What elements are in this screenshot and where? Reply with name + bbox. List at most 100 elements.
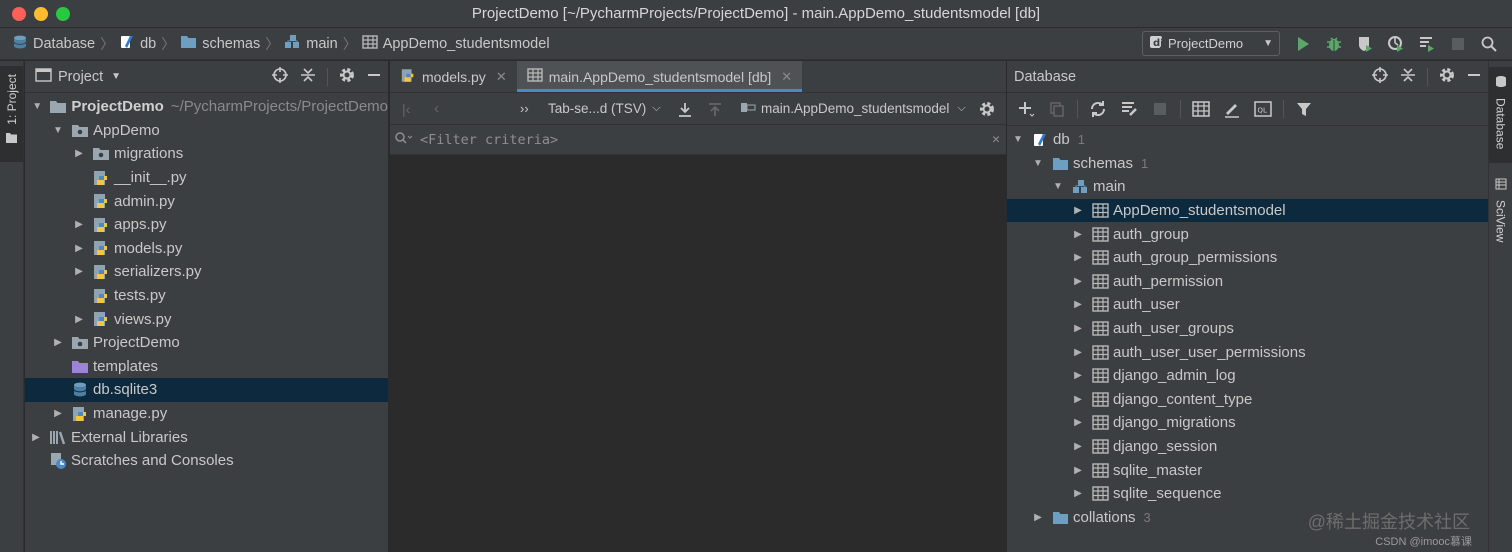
filter-criteria-input[interactable]: <Filter criteria> [420,132,558,148]
db-node-appdemo-studentsmodel[interactable]: ▶ AppDemo_studentsmodel [1007,198,1488,223]
close-icon[interactable]: ✕ [496,69,507,85]
filter-icon[interactable] [1293,98,1315,120]
table-select[interactable]: main.AppDemo_studentsmodel ⌵ [740,101,966,117]
stop-icon[interactable] [1149,98,1171,120]
collapsed-arrow-icon[interactable]: ▶ [72,219,86,230]
minimize-window-button[interactable] [34,7,48,21]
collapsed-arrow-icon[interactable]: ▶ [1071,276,1085,287]
db-node-sqlite-sequence[interactable]: ▶ sqlite_sequence [1007,482,1488,506]
collapsed-arrow-icon[interactable]: ▶ [1071,394,1085,405]
tree-node-projectdemo-root[interactable]: ▼ ProjectDemo ~/PycharmProjects/ProjectD… [25,95,388,119]
breadcrumb-schemas[interactable]: schemas [178,28,262,60]
collapsed-arrow-icon[interactable]: ▶ [51,408,65,419]
collapse-all-icon[interactable] [1399,66,1417,88]
collapsed-arrow-icon[interactable]: ▶ [1031,512,1045,523]
tree-node-db-sqlite3[interactable]: db.sqlite3 [25,378,388,402]
database-tool-tab[interactable]: Database [1489,67,1512,163]
hide-panel-icon[interactable] [366,67,382,87]
collapsed-arrow-icon[interactable]: ▶ [1071,441,1085,452]
tree-node-init-py[interactable]: __init__.py [25,166,388,190]
expanded-arrow-icon[interactable]: ▼ [1051,181,1065,192]
edit-icon[interactable] [1221,98,1243,120]
db-node-auth-user-user-permissions[interactable]: ▶ auth_user_user_permissions [1007,340,1488,364]
concurrency-diagram-icon[interactable] [1416,33,1438,55]
collapsed-arrow-icon[interactable]: ▶ [1071,205,1085,216]
collapsed-arrow-icon[interactable]: ▶ [29,432,43,443]
tab-models-py[interactable]: models.py ✕ [390,61,517,92]
tree-node-apps-py[interactable]: ▶ apps.py [25,213,388,237]
tree-node-views-py[interactable]: ▶ views.py [25,307,388,331]
db-node-django-content-type[interactable]: ▶ django_content_type [1007,388,1488,412]
stop-icon[interactable] [1447,33,1469,55]
tree-node-appdemo[interactable]: ▼ AppDemo [25,119,388,143]
collapsed-arrow-icon[interactable]: ▶ [72,148,86,159]
locate-icon[interactable] [1371,66,1389,88]
previous-page-icon[interactable]: ‹ [434,100,439,117]
tree-node-migrations[interactable]: ▶ migrations [25,142,388,166]
tree-node-projectdemo[interactable]: ▶ ProjectDemo [25,331,388,355]
query-console-icon[interactable]: QL [1252,98,1274,120]
db-node-auth-permission[interactable]: ▶ auth_permission [1007,270,1488,294]
table-view-icon[interactable] [1190,98,1212,120]
breadcrumb-db[interactable]: db [117,28,158,60]
more-actions-icon[interactable]: ›› [520,101,529,116]
data-grid-area[interactable] [390,156,1006,552]
first-page-icon[interactable]: |‹ [402,101,410,117]
gear-icon[interactable] [1438,66,1456,88]
upload-icon[interactable] [706,101,724,122]
zoom-window-button[interactable] [56,7,70,21]
collapsed-arrow-icon[interactable]: ▶ [1071,347,1085,358]
expanded-arrow-icon[interactable]: ▼ [1011,134,1025,145]
db-node-auth-group[interactable]: ▶ auth_group [1007,222,1488,246]
refresh-icon[interactable] [1087,98,1109,120]
download-icon[interactable] [676,101,694,122]
locate-icon[interactable] [271,66,289,88]
db-node-sqlite-master[interactable]: ▶ sqlite_master [1007,458,1488,482]
collapsed-arrow-icon[interactable]: ▶ [72,266,86,277]
copy-icon[interactable] [1046,98,1068,120]
collapsed-arrow-icon[interactable]: ▶ [72,243,86,254]
search-icon[interactable] [394,131,414,149]
expanded-arrow-icon[interactable]: ▼ [51,125,65,136]
run-icon[interactable] [1292,33,1314,55]
tree-node-models-py[interactable]: ▶ models.py [25,237,388,261]
run-configuration-select[interactable]: dj ProjectDemo ▼ [1142,31,1280,56]
collapsed-arrow-icon[interactable]: ▶ [1071,465,1085,476]
db-node-django-migrations[interactable]: ▶ django_migrations [1007,411,1488,435]
tab-appdemo-studentsmodel[interactable]: main.AppDemo_studentsmodel [db] ✕ [516,61,803,92]
breadcrumb-database[interactable]: Database [10,28,97,60]
collapsed-arrow-icon[interactable]: ▶ [1071,417,1085,428]
db-node-django-admin-log[interactable]: ▶ django_admin_log [1007,364,1488,388]
run-with-coverage-icon[interactable] [1354,33,1376,55]
tree-node-manage-py[interactable]: ▶ manage.py [25,402,388,426]
collapsed-arrow-icon[interactable]: ▶ [1071,488,1085,499]
db-node-db[interactable]: ▼ db 1 [1007,128,1488,152]
collapsed-arrow-icon[interactable]: ▶ [1071,370,1085,381]
db-node-auth-group-permissions[interactable]: ▶ auth_group_permissions [1007,246,1488,270]
tree-node-templates[interactable]: templates [25,355,388,379]
caret-down-icon[interactable]: ▼ [111,71,121,82]
schema-settings-icon[interactable] [1118,98,1140,120]
hide-panel-icon[interactable] [1466,67,1482,87]
add-icon[interactable] [1015,98,1037,120]
db-node-auth-user[interactable]: ▶ auth_user [1007,293,1488,317]
gear-icon[interactable] [978,100,996,121]
debug-icon[interactable] [1323,33,1345,55]
db-node-django-session[interactable]: ▶ django_session [1007,435,1488,459]
close-window-button[interactable] [12,7,26,21]
tree-node-tests-py[interactable]: tests.py [25,284,388,308]
tree-node-serializers-py[interactable]: ▶ serializers.py [25,260,388,284]
expanded-arrow-icon[interactable]: ▼ [1031,158,1045,169]
close-icon[interactable]: ✕ [781,69,792,85]
collapsed-arrow-icon[interactable]: ▶ [1071,229,1085,240]
collapsed-arrow-icon[interactable]: ▶ [72,314,86,325]
project-tool-tab[interactable]: 1: Project [0,66,23,162]
db-node-schemas[interactable]: ▼ schemas 1 [1007,152,1488,176]
collapsed-arrow-icon[interactable]: ▶ [1071,323,1085,334]
breadcrumb-table[interactable]: AppDemo_studentsmodel [360,28,552,60]
search-everywhere-icon[interactable] [1478,33,1500,55]
db-node-auth-user-groups[interactable]: ▶ auth_user_groups [1007,317,1488,341]
db-node-main[interactable]: ▼ main [1007,175,1488,199]
collapsed-arrow-icon[interactable]: ▶ [1071,299,1085,310]
export-format-select[interactable]: Tab-se...d (TSV) ⌵ [548,101,661,116]
